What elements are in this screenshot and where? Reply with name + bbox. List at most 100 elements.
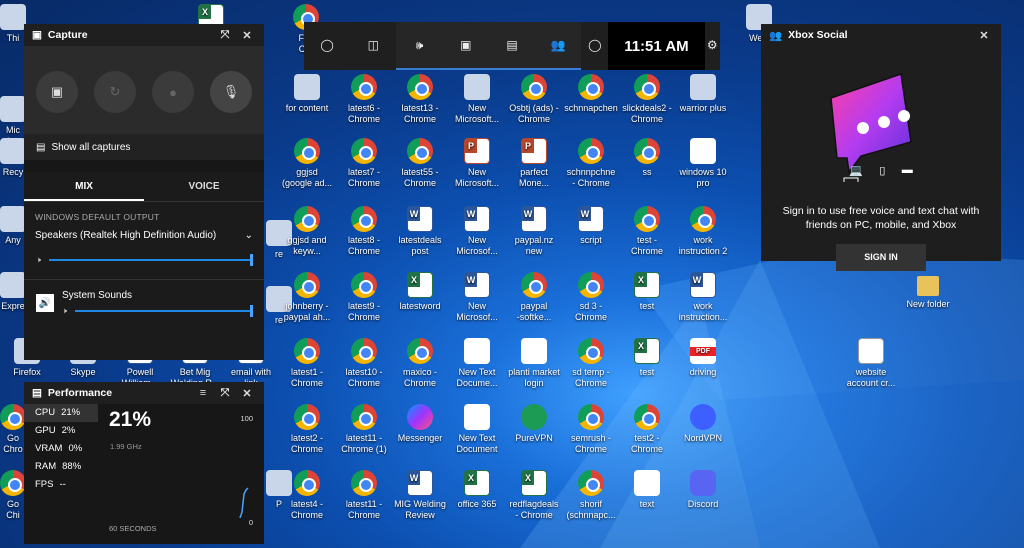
desktop-icon[interactable]: schnnapchen	[560, 74, 622, 114]
stat-cpu[interactable]: CPU 21%	[24, 404, 98, 422]
desktop-icon[interactable]: redflagdeals - Chrome	[503, 470, 565, 521]
desktop-icon[interactable]: New Microsoft...	[446, 138, 508, 189]
desktop-icon[interactable]: website account cr...	[840, 338, 902, 389]
desktop-icon[interactable]: Messenger	[389, 404, 451, 444]
record-last-30s-button[interactable]: ↻	[94, 71, 136, 113]
chrome-file-icon	[294, 138, 320, 164]
desktop-icon[interactable]: MIG Welding Review	[389, 470, 451, 521]
desktop-icon[interactable]: latest13 - Chrome	[389, 74, 451, 125]
desktop-icon[interactable]: schnnpchne - Chrome	[560, 138, 622, 189]
sign-in-button[interactable]: SIGN IN	[836, 244, 926, 271]
stat-ram[interactable]: RAM 88%	[24, 458, 98, 476]
desktop-icon[interactable]: latest11 - Chrome	[333, 470, 395, 521]
desktop-icon-label: latest11 - Chrome (1)	[341, 433, 387, 454]
desktop-icon[interactable]: sd temp - Chrome	[560, 338, 622, 389]
show-all-captures-link[interactable]: ▤ Show all captures	[24, 134, 264, 160]
master-volume-slider[interactable]	[49, 254, 253, 266]
stat-name: GPU	[35, 425, 56, 436]
desktop-icon[interactable]: office 365	[446, 470, 508, 510]
stat-gpu[interactable]: GPU 2%	[24, 422, 98, 440]
desktop-icon[interactable]: semrush - Chrome	[560, 404, 622, 455]
desktop-icon[interactable]: New Microsoft...	[446, 74, 508, 125]
desktop-icon[interactable]: paypal -softke...	[503, 272, 565, 323]
stat-name: VRAM	[35, 443, 63, 454]
desktop-icon[interactable]: shorif (schnnapc...	[560, 470, 622, 521]
desktop-icon[interactable]: latest6 - Chrome	[333, 74, 395, 125]
desktop-icon[interactable]: test	[616, 272, 678, 312]
desktop-icon[interactable]: script	[560, 206, 622, 246]
desktop-icon[interactable]: latest55 - Chrome	[389, 138, 451, 189]
app-volume-knob[interactable]	[250, 305, 253, 317]
audio-toggle-button[interactable]: 🕪	[396, 22, 443, 70]
desktop-icon[interactable]: latest8 - Chrome	[333, 206, 395, 257]
desktop-icon[interactable]: paypal.nz new	[503, 206, 565, 257]
close-icon[interactable]: ✕	[975, 26, 993, 44]
desktop-icon[interactable]: johnberry - paypal ah...	[276, 272, 338, 323]
desktop-icon[interactable]: work instruction 2	[672, 206, 734, 257]
desktop-icon[interactable]: New Microsof...	[446, 206, 508, 257]
desktop-icon[interactable]: warrior plus	[672, 74, 734, 114]
social-toggle-button[interactable]: 👥	[535, 22, 582, 70]
desktop-icon[interactable]: test - Chrome	[616, 206, 678, 257]
desktop-icon[interactable]: latest11 - Chrome (1)	[333, 404, 395, 455]
pin-icon[interactable]: ⤧	[216, 384, 234, 402]
tab-mix[interactable]: MIX	[24, 172, 144, 201]
tab-voice[interactable]: VOICE	[144, 172, 264, 201]
word-file-icon	[521, 206, 547, 232]
desktop-icon[interactable]: test2 - Chrome	[616, 404, 678, 455]
desktop-icon[interactable]: planti market login	[503, 338, 565, 389]
stat-fps[interactable]: FPS --	[24, 476, 98, 494]
desktop-icon[interactable]: windows 10 pro	[672, 138, 734, 189]
desktop-icon[interactable]: latest10 - Chrome	[333, 338, 395, 389]
desktop-icon[interactable]: New Microsof...	[446, 272, 508, 323]
desktop-icon[interactable]: latest2 - Chrome	[276, 404, 338, 455]
stat-vram[interactable]: VRAM 0%	[24, 440, 98, 458]
desktop-icon[interactable]: slickdeals2 - Chrome	[616, 74, 678, 125]
desktop-icon[interactable]: NordVPN	[672, 404, 734, 444]
desktop-icon[interactable]: for content	[276, 74, 338, 114]
close-icon[interactable]: ✕	[238, 26, 256, 44]
widget-menu-button[interactable]: ◫	[350, 22, 396, 70]
close-icon[interactable]: ✕	[238, 384, 256, 402]
desktop-icon[interactable]: latestdeals post	[389, 206, 451, 257]
mouse-button[interactable]: ◯	[581, 22, 608, 70]
desktop-icon[interactable]: New Text Document	[446, 404, 508, 455]
word-file-icon	[407, 206, 433, 232]
desktop-icon[interactable]: Osbtj (ads) - Chrome	[503, 74, 565, 125]
desktop-icon[interactable]: Discord	[672, 470, 734, 510]
output-device-select[interactable]: Speakers (Realtek High Definition Audio)…	[24, 222, 264, 241]
master-volume-knob[interactable]	[250, 254, 253, 266]
desktop-icon[interactable]: latest9 - Chrome	[333, 272, 395, 323]
xbox-button[interactable]: ◯	[304, 22, 350, 70]
desktop-icon[interactable]: ggjsd and keyw...	[276, 206, 338, 257]
desktop-icon[interactable]: latestword	[389, 272, 451, 312]
desktop-icon[interactable]: PureVPN	[503, 404, 565, 444]
desktop-icon[interactable]: text	[616, 470, 678, 510]
app-volume-slider[interactable]	[75, 305, 253, 317]
desktop-icon[interactable]: sd 3 - Chrome	[560, 272, 622, 323]
generic-file-icon	[294, 74, 320, 100]
desktop-icon[interactable]: latest4 - Chrome	[276, 470, 338, 521]
pin-icon[interactable]: ⤧	[216, 26, 234, 44]
desktop-icon[interactable]: New Text Docume...	[446, 338, 508, 389]
performance-toggle-button[interactable]: ▤	[488, 22, 536, 70]
desktop-icon-label: maxico - Chrome	[402, 367, 437, 388]
record-button[interactable]: ●	[152, 71, 194, 113]
mobile-icon: ▯	[879, 165, 886, 177]
screenshot-button[interactable]: ▣	[36, 71, 78, 113]
desktop-icon[interactable]: work instruction...	[672, 272, 734, 323]
desktop-icon[interactable]: test	[616, 338, 678, 378]
desktop-icon[interactable]: maxico - Chrome	[389, 338, 451, 389]
desktop-icon-label: script	[580, 235, 602, 245]
desktop-icon[interactable]: ss	[616, 138, 678, 178]
mic-toggle-button[interactable]: 🎙	[210, 71, 252, 113]
desktop-icon[interactable]: latest1 - Chrome	[276, 338, 338, 389]
desktop-icon[interactable]: parfect Mone...	[503, 138, 565, 189]
desktop-icon[interactable]: latest7 - Chrome	[333, 138, 395, 189]
desktop-icon[interactable]: New folder	[897, 272, 959, 310]
capture-toggle-button[interactable]: ▣	[442, 22, 489, 70]
desktop-icon[interactable]: driving	[672, 338, 734, 378]
settings-button[interactable]: ⚙	[705, 22, 720, 70]
options-icon[interactable]: ≡	[194, 384, 212, 402]
desktop-icon[interactable]: ggjsd (google ad...	[276, 138, 338, 189]
